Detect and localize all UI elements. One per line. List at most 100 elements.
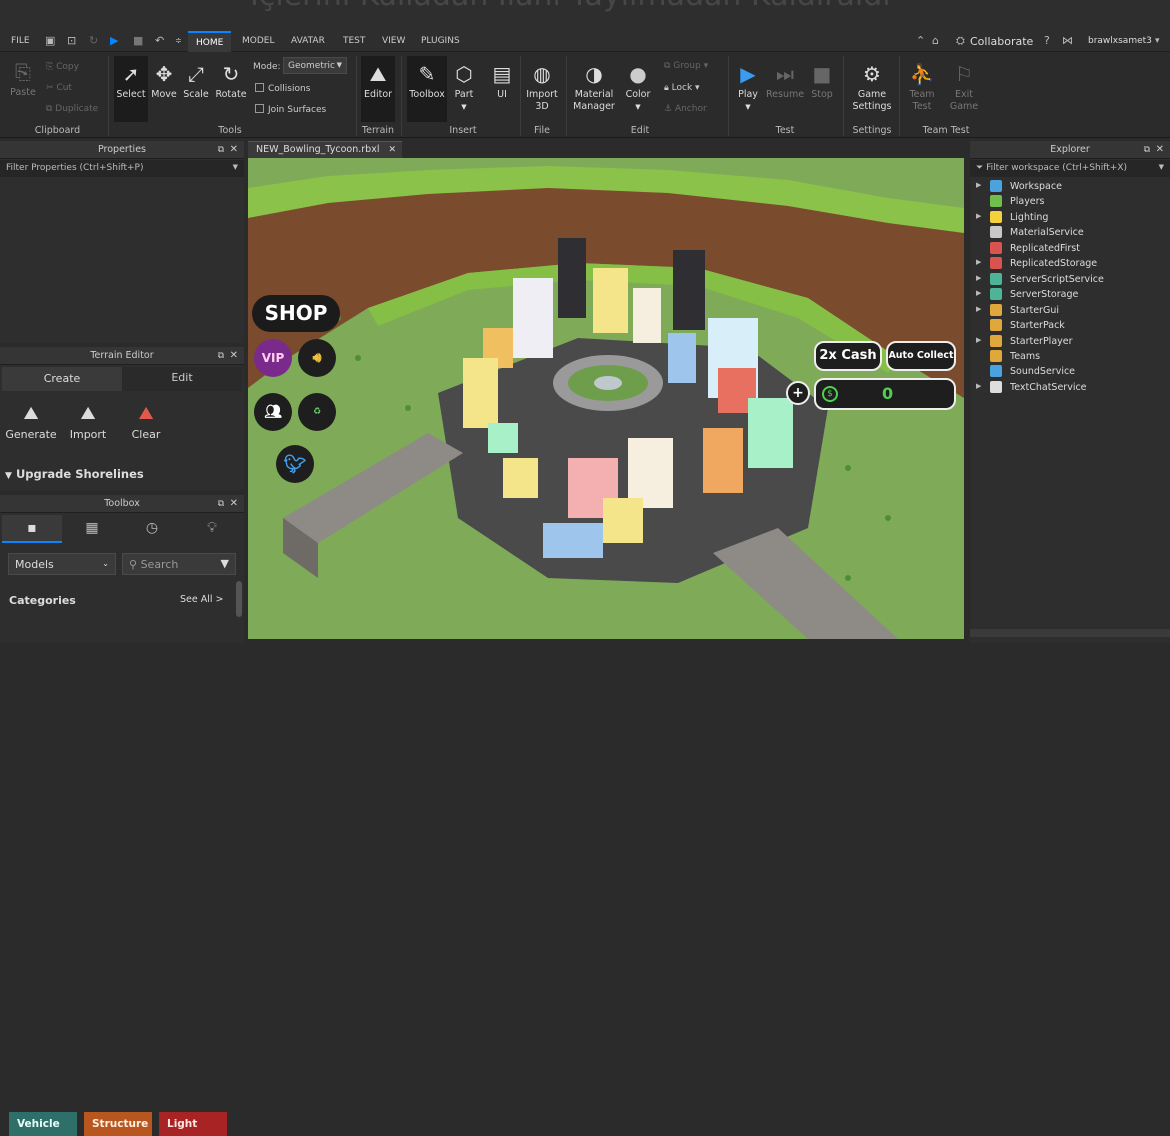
team-test-button[interactable]: ⛹ Team Test <box>904 62 940 113</box>
exit-game-button[interactable]: ⚐ Exit Game <box>946 62 982 113</box>
close-icon[interactable]: ✕ <box>230 347 238 365</box>
explorer-item[interactable]: Teams <box>976 349 1156 365</box>
terrain-editor-button[interactable]: ⛰ Editor <box>361 56 395 122</box>
user-dropdown-icon[interactable]: ▾ <box>1155 36 1160 46</box>
upgrade-shorelines-section[interactable]: ▼ Upgrade Shorelines <box>5 467 144 481</box>
import-button[interactable]: ⛰ Import <box>62 402 114 441</box>
filter-icon[interactable]: ▼ <box>221 557 229 570</box>
play-quick-icon[interactable]: ▶ <box>110 34 118 47</box>
import-3d-button[interactable]: ◍ Import 3D <box>523 62 561 113</box>
clear-button[interactable]: ⛰ Clear <box>120 402 172 441</box>
expand-arrow-icon[interactable]: ▶ <box>976 274 981 282</box>
material-manager-button[interactable]: ◑ Material Manager <box>572 62 616 113</box>
twitter-icon[interactable]: 🐦︎ <box>276 445 314 483</box>
pin-icon[interactable]: ⧉ <box>1144 141 1150 159</box>
part-button[interactable]: ⬡ Part ▼ <box>450 62 478 113</box>
tab-home[interactable]: HOME <box>188 31 232 52</box>
explorer-item[interactable]: ReplicatedFirst <box>976 241 1156 257</box>
notifications-icon[interactable]: ⌂ <box>932 34 939 47</box>
explorer-item[interactable]: ▶ ServerStorage <box>976 288 1156 303</box>
duplicate-button[interactable]: ⧉ Duplicate <box>46 104 98 114</box>
tab-avatar[interactable]: AVATAR <box>291 36 325 46</box>
expand-arrow-icon[interactable]: ▶ <box>976 258 981 266</box>
category-structure[interactable]: Structure <box>84 1112 152 1136</box>
collapse-ribbon-icon[interactable]: ⌃ <box>916 34 925 47</box>
explorer-filter-input[interactable]: ⏷ Filter workspace (Ctrl+Shift+X) ▼ <box>970 160 1170 177</box>
game-settings-button[interactable]: ⚙ Game Settings <box>850 62 894 113</box>
auto-collect-button[interactable]: Auto Collect <box>886 341 956 371</box>
expand-arrow-icon[interactable]: ▶ <box>976 382 981 390</box>
publish-icon[interactable]: ⊡ <box>67 34 76 47</box>
creations-lightbulb-icon[interactable]: 💡︎ <box>182 515 242 543</box>
tab-edit[interactable]: Edit <box>122 367 242 391</box>
redo-icon[interactable]: ↻ <box>89 34 98 47</box>
close-icon[interactable]: ✕ <box>1156 141 1164 159</box>
undo-icon[interactable]: ↶ <box>155 34 164 47</box>
share-icon[interactable]: ⋈ <box>1062 34 1073 47</box>
scale-tool-button[interactable]: ⤢ Scale <box>180 62 212 101</box>
close-icon[interactable]: ✕ <box>388 142 396 158</box>
players-icon[interactable]: 👥︎ <box>254 393 292 431</box>
explorer-item[interactable]: StarterPack <box>976 319 1156 334</box>
expand-arrow-icon[interactable]: ▶ <box>976 336 981 344</box>
save-icon[interactable]: ▣ <box>45 34 55 47</box>
viewport-3d[interactable]: SHOP VIP 🔊︎ 👥︎ ♻︎ 🐦︎ 2x Cash Auto Collec… <box>248 158 964 639</box>
horizontal-scrollbar[interactable] <box>970 629 1170 637</box>
anchor-button[interactable]: ⚓︎ Anchor <box>664 104 707 114</box>
scrollbar[interactable] <box>236 581 242 617</box>
pin-icon[interactable]: ⧉ <box>218 495 224 513</box>
close-icon[interactable]: ✕ <box>230 141 238 159</box>
shop-button[interactable]: SHOP <box>252 295 340 332</box>
stop-quick-icon[interactable]: ■ <box>133 34 143 47</box>
play-button[interactable]: ▶ Play ▼ <box>733 62 763 113</box>
inventory-tab-icon[interactable]: ▪ <box>2 515 62 543</box>
properties-filter-input[interactable]: Filter Properties (Ctrl+Shift+P) ▼ <box>0 160 244 177</box>
rotate-tool-button[interactable]: ↻ Rotate <box>213 62 249 101</box>
tab-view[interactable]: VIEW <box>382 36 405 46</box>
select-tool-button[interactable]: ➚ Select <box>114 56 148 122</box>
explorer-item[interactable]: ▶ TextChatService <box>976 380 1156 396</box>
rebirth-icon[interactable]: ♻︎ <box>298 393 336 431</box>
generate-button[interactable]: ⛰ Generate <box>2 402 60 441</box>
pin-icon[interactable]: ⧉ <box>218 347 224 365</box>
pin-icon[interactable]: ⧉ <box>218 141 224 159</box>
toolbox-button[interactable]: ✎ Toolbox <box>407 56 447 122</box>
expand-arrow-icon[interactable]: ▶ <box>976 289 981 297</box>
models-dropdown[interactable]: Models ⌄ <box>8 553 116 575</box>
explorer-item[interactable]: Players <box>976 195 1156 210</box>
explorer-item[interactable]: ▶ StarterGui <box>976 303 1156 319</box>
move-tool-button[interactable]: ✥ Move <box>148 62 180 101</box>
explorer-item[interactable]: MaterialService <box>976 226 1156 241</box>
see-all-link[interactable]: See All > <box>180 594 224 605</box>
add-cash-button[interactable]: + <box>786 381 810 405</box>
tab-document[interactable]: NEW_Bowling_Tycoon.rbxl ✕ <box>248 141 402 158</box>
color-button[interactable]: ● Color ▼ <box>622 62 654 113</box>
quick-access-dropdown-icon[interactable]: ≑ <box>175 36 182 45</box>
explorer-item[interactable]: ▶ ReplicatedStorage <box>976 257 1156 272</box>
lock-button[interactable]: 🔒︎ Lock ▾ <box>664 83 700 93</box>
paste-button[interactable]: ⎘ Paste <box>6 60 40 99</box>
collaborate-button[interactable]: Collaborate <box>970 35 1033 48</box>
help-icon[interactable]: ? <box>1044 34 1050 47</box>
vip-button[interactable]: VIP <box>254 339 292 377</box>
explorer-item[interactable]: ▶ StarterPlayer <box>976 334 1156 350</box>
recent-clock-icon[interactable]: ◷ <box>122 515 182 543</box>
stop-button[interactable]: ■ Stop <box>808 62 836 101</box>
explorer-item[interactable]: ▶ Lighting <box>976 210 1156 226</box>
copy-button[interactable]: ⎘ Copy <box>46 62 79 72</box>
file-menu[interactable]: FILE <box>11 36 30 46</box>
2x-cash-button[interactable]: 2x Cash <box>814 341 882 371</box>
category-light[interactable]: Light <box>159 1112 227 1136</box>
user-name[interactable]: brawlxsamet3 <box>1088 36 1152 46</box>
expand-arrow-icon[interactable]: ▶ <box>976 305 981 313</box>
search-input[interactable]: ⚲ Search ▼ <box>122 553 236 575</box>
collisions-checkbox[interactable]: Collisions <box>255 83 310 94</box>
sound-icon[interactable]: 🔊︎ <box>298 339 336 377</box>
tab-test[interactable]: TEST <box>343 36 365 46</box>
marketplace-tab-icon[interactable]: ▦ <box>62 515 122 543</box>
category-vehicle[interactable]: Vehicle <box>9 1112 77 1136</box>
cut-button[interactable]: ✂ Cut <box>46 83 72 93</box>
explorer-item[interactable]: ▶ ServerScriptService <box>976 272 1156 288</box>
expand-arrow-icon[interactable]: ▶ <box>976 212 981 220</box>
tab-create[interactable]: Create <box>2 367 122 391</box>
